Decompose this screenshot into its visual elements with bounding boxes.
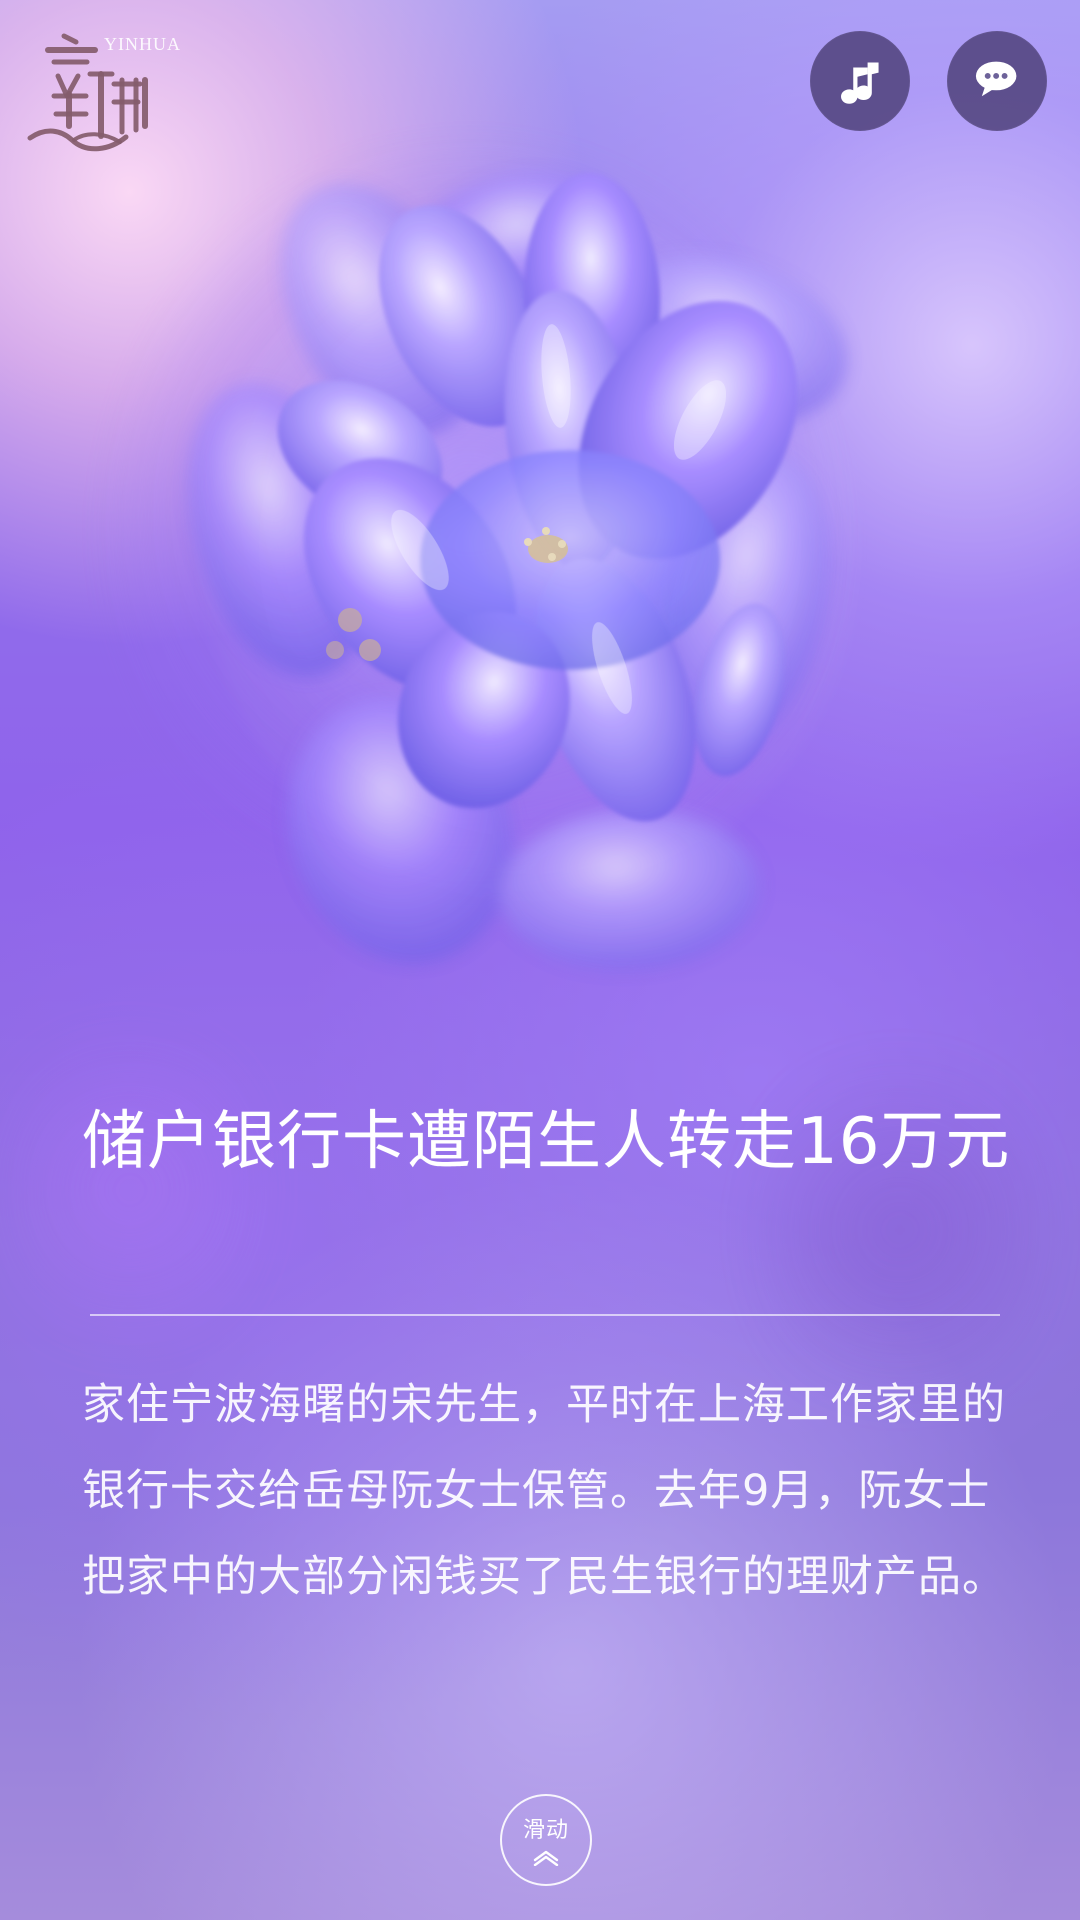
music-button[interactable] <box>810 31 910 131</box>
music-note-icon <box>841 62 879 104</box>
purple-hyacinth-flowers <box>188 173 860 971</box>
article-body: 家住宁波海曙的宋先生，平时在上海工作家里的银行卡交给岳母阮女士保管。去年9月，阮… <box>82 1380 1006 1602</box>
logo-latin-text: YINHUA <box>104 34 181 54</box>
chat-bubble-icon <box>975 61 1017 97</box>
swipe-label: 滑动 <box>522 1818 569 1843</box>
chat-button[interactable] <box>947 31 1047 131</box>
chevron-up-icon <box>533 1850 559 1866</box>
article-title: 储户银行卡遭陌生人转走16万元 <box>82 1105 1011 1179</box>
title-divider <box>90 1314 1000 1316</box>
article-screen: YINHUA 储户银行卡遭陌生人转走16万元 家住宁波海曙的宋先生，平时在上海工… <box>0 0 1080 1920</box>
hero-flower-image <box>100 130 960 990</box>
swipe-button[interactable]: 滑动 <box>500 1794 592 1886</box>
